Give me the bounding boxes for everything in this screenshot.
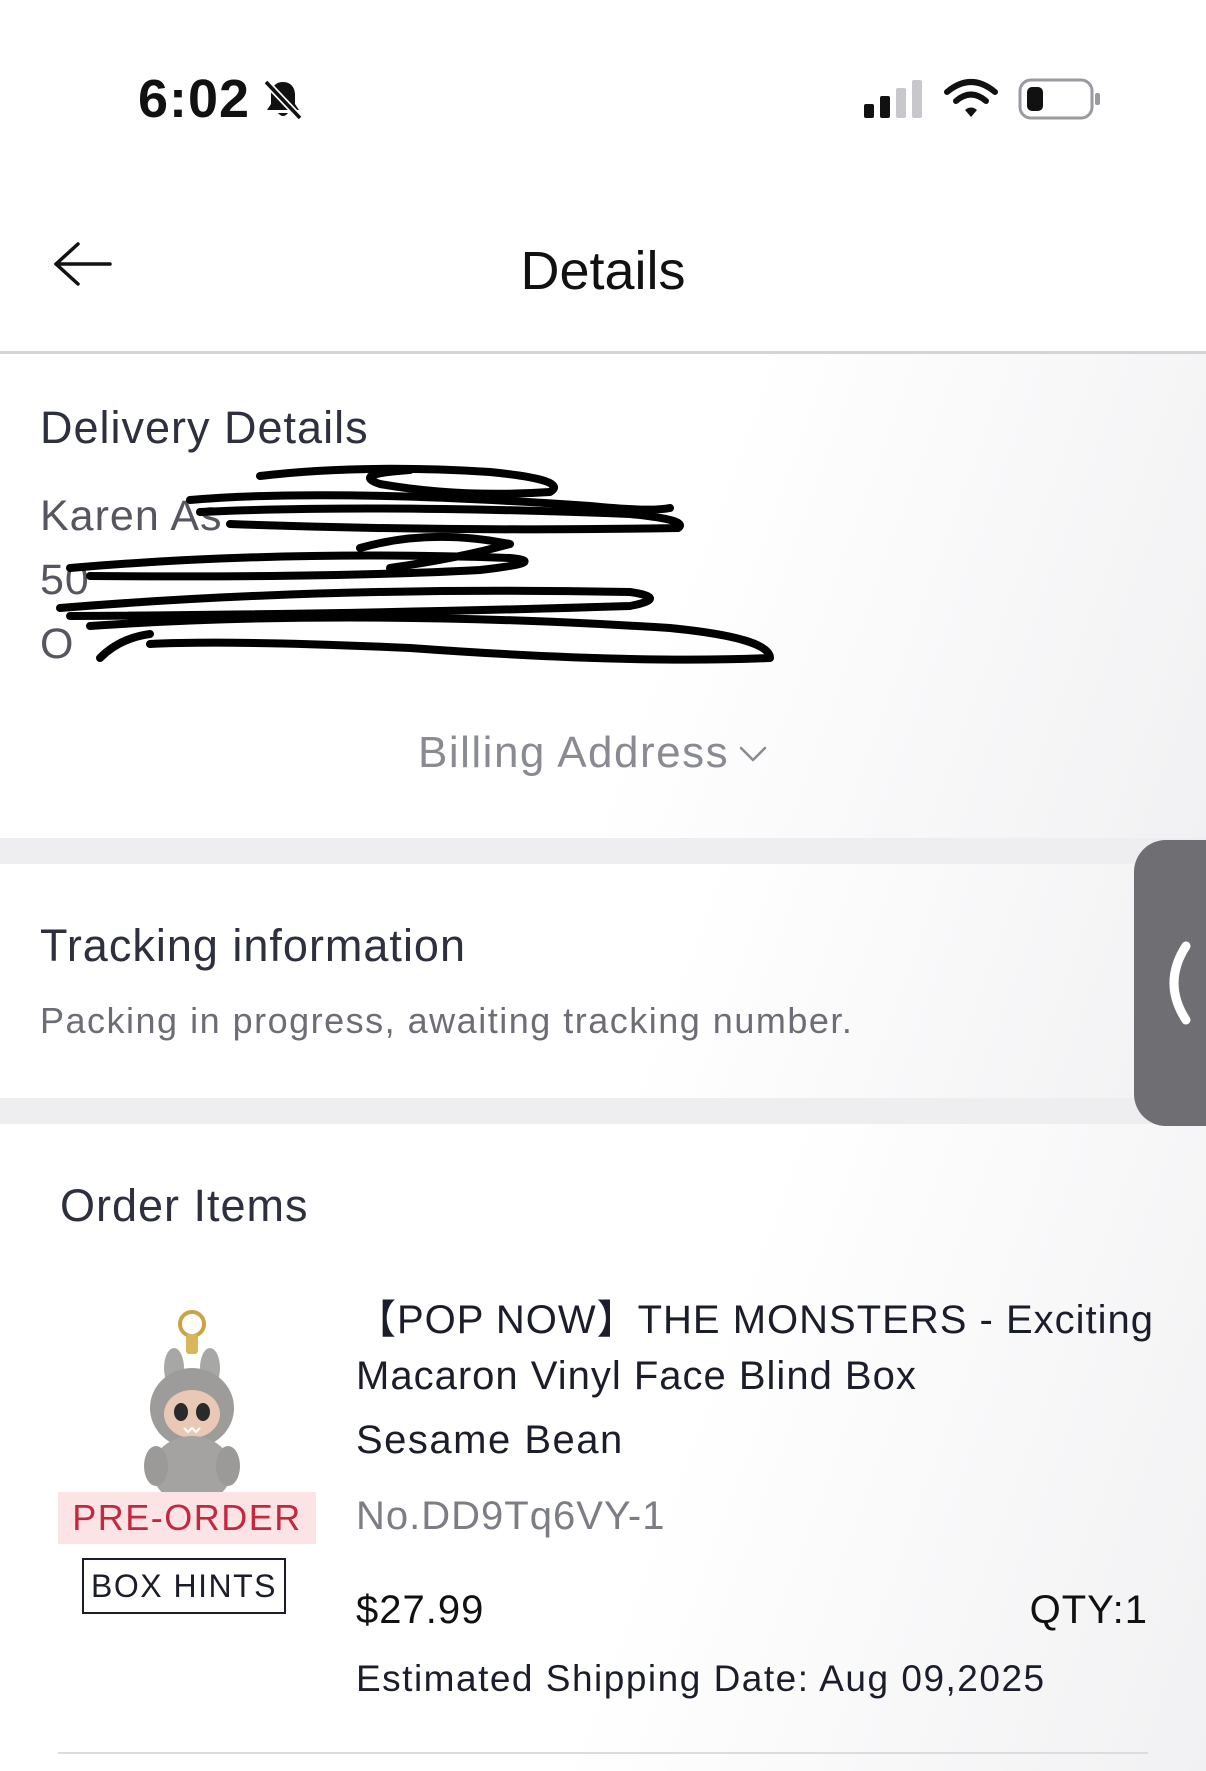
cellular-signal-icon <box>864 80 922 118</box>
address-city: O <box>40 620 75 668</box>
section-gap <box>0 1098 1206 1124</box>
product-variant: Sesame Bean <box>356 1418 624 1462</box>
product-name[interactable]: 【POP NOW】THE MONSTERS - Exciting Macaron… <box>356 1292 1176 1404</box>
product-name-line-2: Macaron Vinyl Face Blind Box <box>356 1354 917 1398</box>
pre-order-badge: PRE-ORDER <box>58 1492 316 1544</box>
order-items-title: Order Items <box>60 1180 309 1231</box>
billing-address-toggle[interactable]: Billing Address <box>418 728 771 778</box>
box-hints-button[interactable]: BOX HINTS <box>82 1558 286 1614</box>
address-street: 50 <box>40 556 90 604</box>
product-price: $27.99 <box>356 1588 485 1632</box>
section-gap <box>0 838 1206 864</box>
side-panel-tab[interactable] <box>1134 840 1206 1126</box>
page-title: Details <box>520 241 686 301</box>
product-quantity: QTY:1 <box>1029 1588 1148 1632</box>
chevron-left-icon <box>1169 941 1191 1025</box>
product-image[interactable] <box>112 1310 272 1510</box>
wifi-icon <box>944 79 998 117</box>
item-divider <box>58 1752 1148 1754</box>
billing-address-label: Billing Address <box>418 728 730 777</box>
delivery-title: Delivery Details <box>40 402 369 453</box>
address-name: Karen As <box>40 492 223 540</box>
status-time: 6:02 <box>138 69 251 129</box>
tracking-status: Packing in progress, awaiting tracking n… <box>40 1000 854 1041</box>
product-sku: No.DD9Tq6VY-1 <box>356 1494 666 1538</box>
bell-slash-icon <box>263 79 303 121</box>
tracking-title: Tracking information <box>40 920 466 971</box>
estimated-shipping-date: Estimated Shipping Date: Aug 09,2025 <box>356 1658 1046 1699</box>
battery-icon <box>1018 78 1100 120</box>
chevron-down-icon <box>739 746 767 762</box>
product-name-line-1: 【POP NOW】THE MONSTERS - Exciting <box>356 1298 1155 1342</box>
tracking-section <box>0 864 1206 1098</box>
